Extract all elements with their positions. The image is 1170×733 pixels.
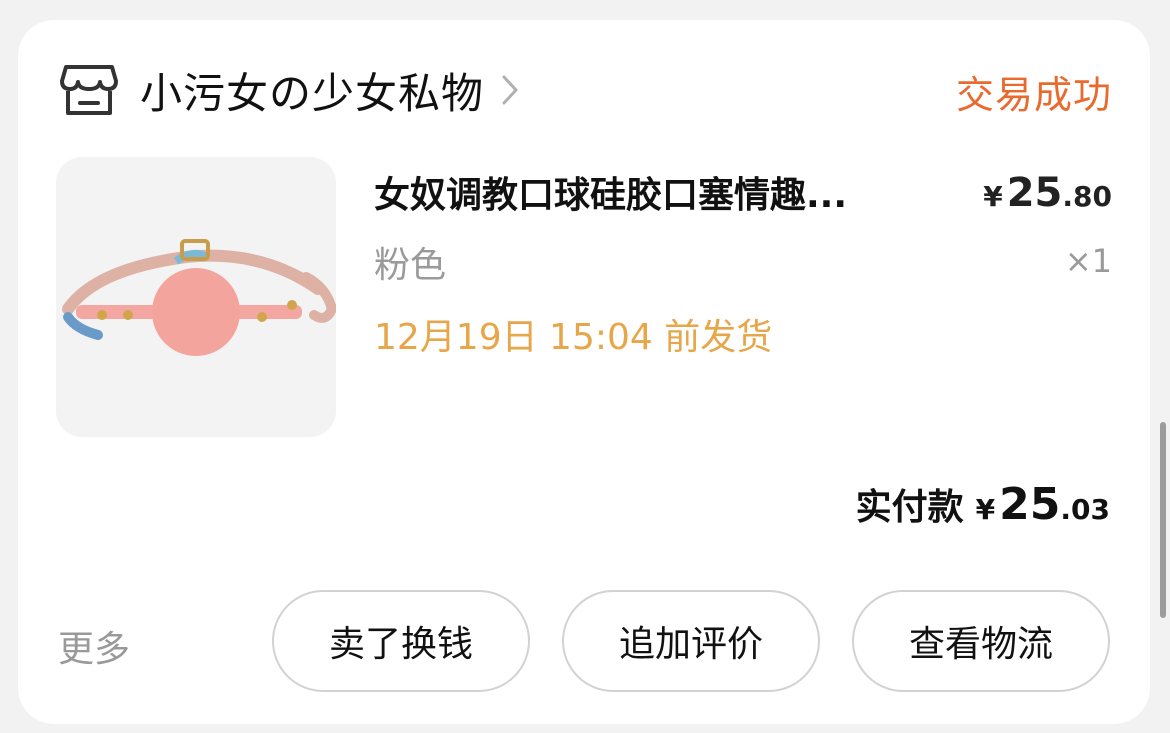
order-status: 交易成功 <box>955 73 1112 117</box>
shop-header[interactable]: 小污女の少女私物 <box>60 60 526 120</box>
actual-payment: 实付款 ¥25.03 <box>856 478 1110 530</box>
item-price: ¥25.80 <box>983 170 1112 216</box>
payment-label: 实付款 <box>855 487 964 528</box>
view-logistics-button[interactable]: 查看物流 <box>852 590 1110 692</box>
scrollbar[interactable] <box>1160 422 1166 618</box>
payment-decimal: .03 <box>1060 493 1110 526</box>
order-card: 小污女の少女私物 交易成功 女奴调教口球硅胶口塞情趣... ¥25.80 粉色 … <box>18 20 1150 724</box>
product-title[interactable]: 女奴调教口球硅胶口塞情趣... <box>374 166 974 218</box>
more-button[interactable]: 更多 <box>58 620 130 672</box>
sell-button[interactable]: 卖了换钱 <box>272 590 530 692</box>
shipping-deadline: 12月19日 15:04 前发货 <box>374 317 773 358</box>
chevron-right-icon <box>500 70 526 110</box>
store-icon <box>60 61 118 119</box>
shop-name: 小污女の少女私物 <box>140 68 485 118</box>
price-decimal: .80 <box>1062 180 1112 213</box>
add-review-button[interactable]: 追加评价 <box>562 590 820 692</box>
product-variant: 粉色 <box>374 245 447 286</box>
product-image[interactable] <box>56 157 336 437</box>
payment-currency: ¥ <box>975 493 996 526</box>
product-quantity: ×1 <box>1064 242 1112 280</box>
price-currency: ¥ <box>983 180 1003 213</box>
payment-integer: 25 <box>999 479 1061 530</box>
price-integer: 25 <box>1006 170 1063 216</box>
